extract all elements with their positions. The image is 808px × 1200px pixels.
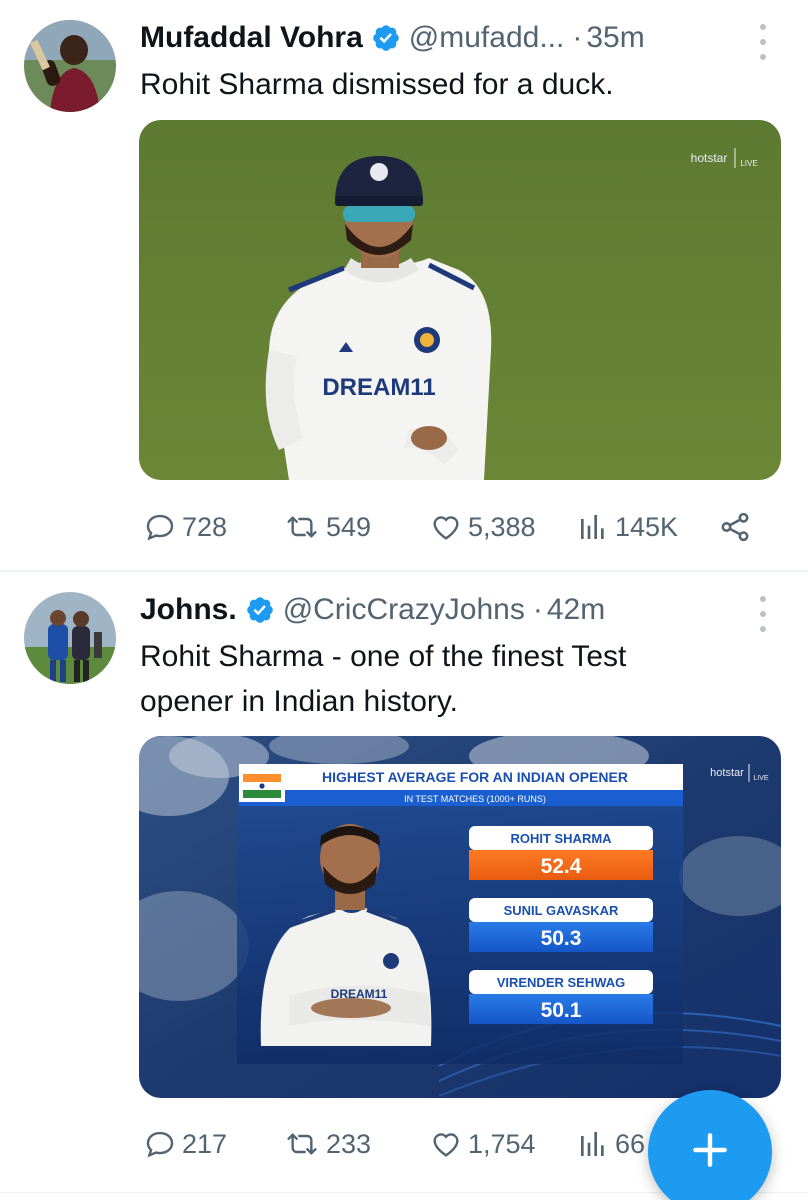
broadcaster-logo: hotstar xyxy=(710,767,744,779)
author-handle[interactable]: @CricCrazyJohns xyxy=(283,593,525,627)
tweet-header: Johns. @CricCrazyJohns · 42m xyxy=(140,590,605,630)
separator-dot: · xyxy=(532,593,543,626)
like-count: 5,388 xyxy=(468,511,536,542)
views-button[interactable]: 66 xyxy=(577,1122,645,1166)
reply-count: 217 xyxy=(182,1128,228,1159)
verified-icon xyxy=(245,595,275,625)
author-handle[interactable]: @mufadd... xyxy=(409,21,565,55)
like-count: 1,754 xyxy=(468,1128,536,1159)
compose-plus-icon xyxy=(688,1128,732,1177)
live-tag: LIVE xyxy=(740,159,757,168)
repost-button[interactable]: 233 xyxy=(284,1122,371,1166)
tweet-image[interactable]: DREAM11 hotstar LIVE xyxy=(139,120,781,480)
reply-count: 728 xyxy=(182,511,228,542)
tweet-text-line: Rohit Sharma - one of the finest Test xyxy=(140,640,627,673)
timestamp[interactable]: 42m xyxy=(547,593,605,627)
avatar[interactable] xyxy=(24,20,116,112)
verified-icon xyxy=(371,23,401,53)
like-icon xyxy=(430,1128,462,1160)
share-icon xyxy=(718,510,752,544)
tweet-text: Rohit Sharma dismissed for a duck. xyxy=(140,68,614,101)
like-icon xyxy=(430,511,462,543)
reply-button[interactable]: 728 xyxy=(144,505,227,549)
player-name: SUNIL GAVASKAR xyxy=(504,903,619,918)
tweet-image[interactable]: HIGHEST AVERAGE FOR AN INDIAN OPENER IN … xyxy=(139,736,781,1098)
player-average: 50.1 xyxy=(541,999,582,1022)
repost-count: 549 xyxy=(326,511,372,542)
more-icon[interactable] xyxy=(756,596,770,632)
author-name[interactable]: Mufaddal Vohra xyxy=(140,21,363,55)
author-name[interactable]: Johns. xyxy=(140,593,237,627)
tweet-text: Rohit Sharma - one of the finest Test op… xyxy=(140,634,780,724)
avatar[interactable] xyxy=(24,592,116,684)
tweet-header: Mufaddal Vohra @mufadd... · 35m xyxy=(140,18,645,58)
like-button[interactable]: 5,388 xyxy=(430,505,536,549)
tweet-actions: 728 549 5,388 145K xyxy=(140,505,780,549)
tweet[interactable]: Mufaddal Vohra @mufadd... · 35m Rohit Sh… xyxy=(0,0,808,570)
views-icon xyxy=(577,1128,609,1160)
player-name: VIRENDER SEHWAG xyxy=(497,975,626,990)
graphic-title: HIGHEST AVERAGE FOR AN INDIAN OPENER xyxy=(322,769,628,785)
player-stat-box: ROHIT SHARMA 52.4 xyxy=(469,826,653,880)
svg-text:DREAM11: DREAM11 xyxy=(331,987,388,1001)
reply-icon xyxy=(144,1128,176,1160)
player-average: 50.3 xyxy=(541,927,582,950)
reply-icon xyxy=(144,511,176,543)
graphic-subtitle: IN TEST MATCHES (1000+ RUNS) xyxy=(404,794,546,804)
player-stat-box: VIRENDER SEHWAG 50.1 xyxy=(469,970,653,1024)
view-count: 66 xyxy=(615,1128,646,1159)
tweet-text-line: opener in Indian history. xyxy=(140,685,458,718)
repost-icon xyxy=(284,1128,320,1160)
share-button[interactable] xyxy=(718,505,752,549)
player-name: ROHIT SHARMA xyxy=(510,831,612,846)
repost-count: 233 xyxy=(326,1128,372,1159)
repost-icon xyxy=(284,511,320,543)
player-average: 52.4 xyxy=(541,855,582,878)
views-button[interactable]: 145K xyxy=(577,505,678,549)
like-button[interactable]: 1,754 xyxy=(430,1122,536,1166)
separator-dot: · xyxy=(572,21,583,54)
timestamp[interactable]: 35m xyxy=(586,21,644,55)
live-tag: LIVE xyxy=(753,775,769,782)
jersey-sponsor-text: DREAM11 xyxy=(322,374,435,401)
player-stat-box: SUNIL GAVASKAR 50.3 xyxy=(469,898,653,952)
more-icon[interactable] xyxy=(756,24,770,60)
reply-button[interactable]: 217 xyxy=(144,1122,227,1166)
view-count: 145K xyxy=(615,511,679,542)
broadcaster-logo: hotstar xyxy=(691,151,728,165)
views-icon xyxy=(577,511,609,543)
repost-button[interactable]: 549 xyxy=(284,505,371,549)
